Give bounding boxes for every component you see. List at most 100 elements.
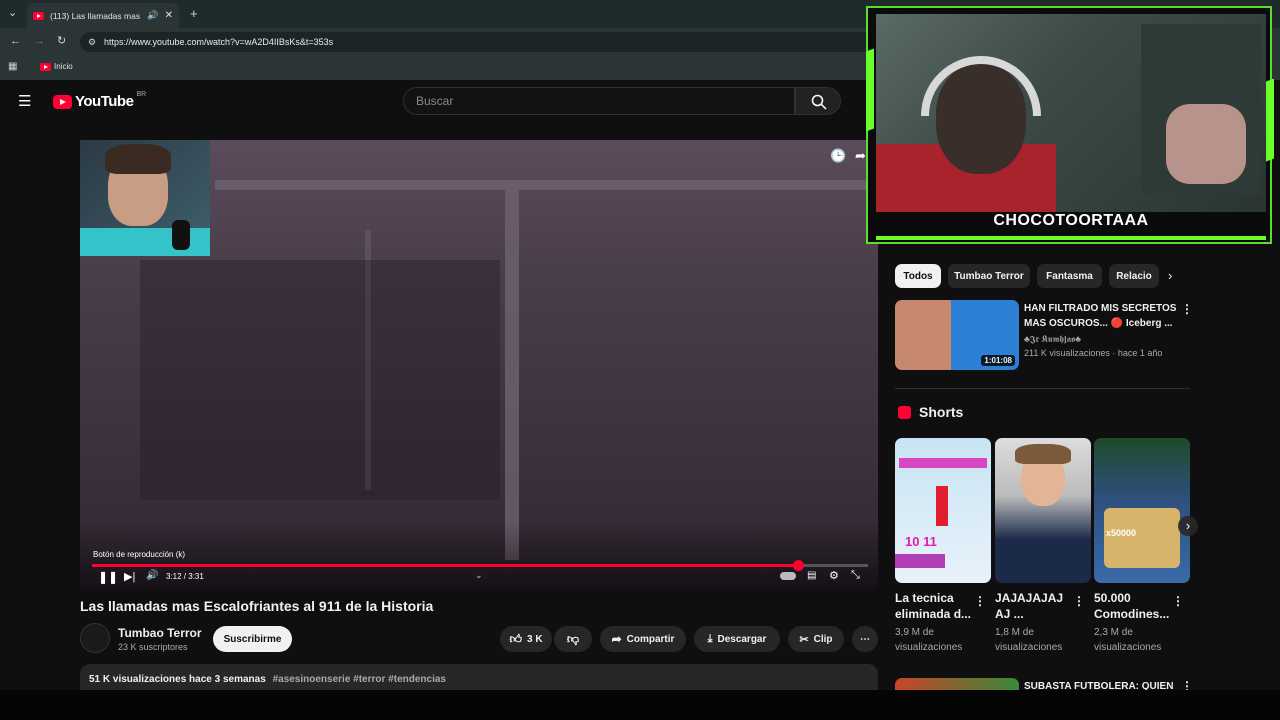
thumbs-down-icon: 👎︎ xyxy=(566,631,580,646)
short-3-title-line1[interactable]: 50.000 xyxy=(1094,590,1174,606)
scissors-icon: ✂ xyxy=(799,633,809,646)
more-actions-button[interactable]: ⋯ xyxy=(852,626,878,652)
recommended-title-line1[interactable]: HAN FILTRADO MIS SECRETOS xyxy=(1024,301,1176,316)
subscribe-label: Suscribirme xyxy=(223,633,282,645)
address-bar[interactable]: ⚙ https://www.youtube.com/watch?v=wA2D4I… xyxy=(80,32,880,52)
back-icon[interactable]: ← xyxy=(10,36,21,47)
play-button-tooltip: Botón de reproducción (k) xyxy=(93,550,186,559)
dislike-button[interactable]: 👎︎ xyxy=(554,626,592,652)
recommended-title-line2[interactable]: MAS OSCUROS... 🔴 Iceberg ... xyxy=(1024,316,1173,331)
short-2-menu-icon[interactable]: ⋮ xyxy=(1073,594,1085,608)
youtube-logo-text: YouTube xyxy=(75,93,134,110)
short-1-title-line1[interactable]: La tecnica xyxy=(895,590,975,606)
webcam-feed xyxy=(876,14,1266,212)
share-button[interactable]: ➦ Compartir xyxy=(600,626,686,652)
like-button[interactable]: 👍︎ 3 K xyxy=(500,626,552,652)
short-2-title-line1[interactable]: JAJAJAJAJ xyxy=(995,590,1075,606)
video-scene-beam xyxy=(215,180,875,190)
apps-grid-icon[interactable]: ▦ xyxy=(8,62,17,72)
sidebar-divider xyxy=(895,388,1190,389)
short-1-title-line2[interactable]: eliminada d... xyxy=(895,606,975,622)
shorts-next-icon[interactable]: › xyxy=(1178,516,1198,536)
progress-bar[interactable] xyxy=(92,560,868,571)
short-1-menu-icon[interactable]: ⋮ xyxy=(974,594,986,608)
subscribe-button[interactable]: Suscribirme xyxy=(213,626,292,652)
video-scene-shadow xyxy=(140,260,500,500)
region-code: BR xyxy=(136,91,147,98)
next-icon[interactable]: ▶| xyxy=(124,570,135,583)
facecam-shirt xyxy=(80,228,210,256)
youtube-logo[interactable]: YouTube BR xyxy=(53,91,147,110)
short-thumbnail-2[interactable] xyxy=(995,438,1091,583)
description-stats: 51 K visualizaciones hace 3 semanas xyxy=(89,674,266,685)
new-tab-icon[interactable]: + xyxy=(190,7,198,20)
chip-relacionados[interactable]: Relacio xyxy=(1109,264,1159,288)
autoplay-toggle[interactable] xyxy=(780,572,796,580)
short-1-views-line1: 3,9 M de xyxy=(895,627,934,638)
watch-later-icon[interactable]: 🕒 xyxy=(830,148,846,164)
chip-fantasma[interactable]: Fantasma xyxy=(1037,264,1102,288)
download-icon: ⤓ xyxy=(707,632,713,645)
exit-fullscreen-icon[interactable]: ⤡ xyxy=(851,569,860,582)
menu-icon[interactable]: ☰ xyxy=(18,94,31,109)
overlay-accent-left xyxy=(866,48,874,132)
like-count: 3 K xyxy=(526,633,543,645)
short-2-views-line1: 1,8 M de xyxy=(995,627,1034,638)
recommended-thumbnail[interactable]: 1:01:08 xyxy=(895,300,1019,370)
audio-icon[interactable]: 🔊 xyxy=(147,10,158,21)
reload-icon[interactable]: ↻ xyxy=(57,36,66,47)
chip-tumbao-terror[interactable]: Tumbao Terror xyxy=(948,264,1030,288)
recommended-channel[interactable]: ♣𝕵𝖗 𝕶𝖚𝖒𝖍𝖏𝖆𝖔♣ xyxy=(1024,332,1081,346)
short-thumbnail-1[interactable]: 10 11 xyxy=(895,438,991,583)
youtube-logo-icon xyxy=(53,94,72,109)
short-3-overlay-text: x50000 xyxy=(1106,528,1137,538)
forward-icon[interactable]: → xyxy=(34,36,45,47)
short-3-title-line2[interactable]: Comodines... xyxy=(1094,606,1174,622)
volume-icon[interactable]: 🔊 xyxy=(146,570,158,581)
settings-icon[interactable]: ⚙ xyxy=(829,569,839,582)
share-label: Compartir xyxy=(626,633,675,645)
search-button[interactable] xyxy=(795,87,841,115)
bookmark-inicio[interactable]: Inicio xyxy=(54,62,73,71)
share-icon: ➦ xyxy=(611,632,622,646)
short-2-hair xyxy=(1015,444,1071,464)
overlay-accent-bottom xyxy=(876,236,1266,240)
streamer-name: CHOCOTOORTAAA xyxy=(993,212,1149,229)
progress-fill xyxy=(92,564,799,567)
youtube-favicon-icon xyxy=(33,11,44,20)
overlay-accent-right xyxy=(1266,78,1274,162)
pause-icon[interactable]: ❚❚ xyxy=(98,570,118,584)
short-2-title-line2[interactable]: AJ ... xyxy=(995,606,1075,622)
short-2-views-line2: visualizaciones xyxy=(995,642,1063,653)
bookmark-youtube-icon xyxy=(40,63,51,71)
short-3-views-line2: visualizaciones xyxy=(1094,642,1162,653)
short-thumbnail-3[interactable]: x50000 xyxy=(1094,438,1190,583)
browser-tab[interactable]: (113) Las llamadas mas Esca 🔊 ✕ xyxy=(27,3,179,28)
description-hashtags[interactable]: #asesinoenserie #terror #tendencias xyxy=(273,674,446,685)
headphones-icon xyxy=(921,56,1041,116)
download-button[interactable]: ⤓ Descargar xyxy=(694,626,780,652)
channel-name[interactable]: Tumbao Terror xyxy=(118,626,202,640)
tab-title: (113) Las llamadas mas Esca xyxy=(50,10,141,21)
subscriber-count: 23 K suscriptores xyxy=(118,642,188,652)
chapter-chevron-icon[interactable]: ⌄ xyxy=(475,570,483,581)
close-tab-icon[interactable]: ✕ xyxy=(165,10,173,21)
chips-next-icon[interactable]: › xyxy=(1168,268,1172,283)
share-overlay-icon[interactable]: ➦ xyxy=(855,148,866,164)
tab-search-icon[interactable]: ⌄ xyxy=(8,8,17,19)
video-duration: 1:01:08 xyxy=(981,355,1015,366)
subtitles-icon[interactable]: ▤ xyxy=(807,570,816,581)
short-1-overlay-text: 10 11 xyxy=(905,534,937,549)
shorts-heading: Shorts xyxy=(919,404,964,420)
search-icon xyxy=(811,94,827,110)
chip-todos[interactable]: Todos xyxy=(895,264,941,288)
recommended-menu-icon[interactable]: ⋮ xyxy=(1181,302,1193,316)
clip-button[interactable]: ✂ Clip xyxy=(788,626,844,652)
site-info-icon[interactable]: ⚙ xyxy=(88,37,96,48)
chip-label: Relacio xyxy=(1116,270,1152,282)
search-input[interactable]: Buscar xyxy=(403,87,795,115)
short-1-block xyxy=(895,554,945,568)
channel-avatar[interactable] xyxy=(80,623,110,653)
short-3-menu-icon[interactable]: ⋮ xyxy=(1172,594,1184,608)
facecam-hair xyxy=(105,144,171,174)
